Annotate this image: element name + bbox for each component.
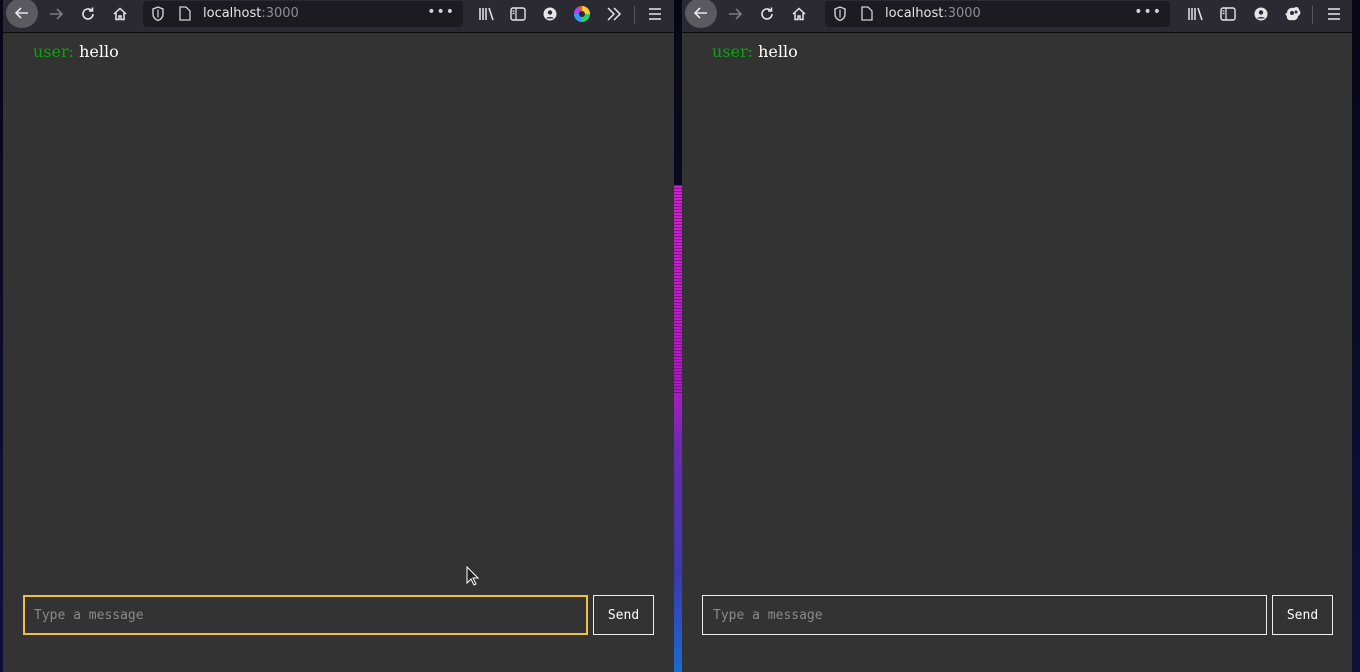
toolbar-separator xyxy=(1312,6,1313,24)
menu-icon xyxy=(649,8,661,20)
overflow-icon xyxy=(607,7,622,21)
mouse-cursor-icon xyxy=(466,566,480,586)
library-icon xyxy=(1188,7,1203,21)
message-input[interactable] xyxy=(702,595,1267,635)
sidebar-icon xyxy=(1220,7,1236,21)
reload-icon xyxy=(761,7,773,20)
browser-toolbar: localhost:3000 ••• xyxy=(3,0,674,33)
shield-icon[interactable] xyxy=(151,6,165,26)
browser-window-right: localhost:3000 ••• user: hello Send xyxy=(682,0,1352,672)
library-icon xyxy=(479,7,494,21)
message-username: user: xyxy=(712,42,754,61)
url-bar[interactable]: localhost:3000 ••• xyxy=(143,1,463,27)
browser-toolbar: localhost:3000 ••• xyxy=(682,0,1352,33)
back-button[interactable] xyxy=(6,0,38,28)
url-text[interactable]: localhost:3000 xyxy=(885,6,981,21)
forward-button[interactable] xyxy=(719,0,751,28)
account-button[interactable] xyxy=(1245,0,1277,28)
page-icon xyxy=(861,6,873,25)
message-list: user: hello xyxy=(712,42,798,61)
menu-button[interactable] xyxy=(1318,0,1350,28)
page-icon xyxy=(179,6,191,25)
message-text: hello xyxy=(79,42,119,61)
wallpaper-strip-lines xyxy=(674,185,682,395)
forward-icon xyxy=(729,8,743,20)
color-extension-button[interactable] xyxy=(566,0,598,28)
forward-icon xyxy=(50,8,64,20)
send-button[interactable]: Send xyxy=(1272,595,1333,635)
message-input[interactable] xyxy=(23,595,588,635)
reload-button[interactable] xyxy=(751,0,783,28)
overflow-button[interactable] xyxy=(598,0,630,28)
extension-icon xyxy=(1285,6,1301,21)
toolbar-separator xyxy=(634,6,635,24)
library-button[interactable] xyxy=(1180,0,1212,28)
reload-icon xyxy=(82,7,94,20)
menu-button[interactable] xyxy=(639,0,671,28)
home-button[interactable] xyxy=(104,0,136,28)
message-username: user: xyxy=(33,42,75,61)
back-icon xyxy=(14,7,28,19)
url-bar[interactable]: localhost:3000 ••• xyxy=(825,1,1170,27)
url-text[interactable]: localhost:3000 xyxy=(203,6,299,21)
message-item: user: hello xyxy=(33,42,119,61)
message-text: hello xyxy=(758,42,798,61)
home-button[interactable] xyxy=(783,0,815,28)
home-icon xyxy=(792,7,806,21)
sidebar-icon xyxy=(510,7,526,21)
message-list: user: hello xyxy=(33,42,119,61)
more-icon[interactable]: ••• xyxy=(1134,4,1162,20)
color-wheel-icon xyxy=(573,6,590,22)
more-icon[interactable]: ••• xyxy=(427,4,455,20)
forward-button[interactable] xyxy=(40,0,72,28)
extension-button[interactable] xyxy=(1277,0,1309,28)
account-icon xyxy=(1254,7,1268,21)
account-icon xyxy=(543,7,557,21)
home-icon xyxy=(113,7,127,21)
sidebar-button[interactable] xyxy=(1212,0,1244,28)
send-button[interactable]: Send xyxy=(593,595,654,635)
library-button[interactable] xyxy=(471,0,503,28)
browser-window-left: localhost:3000 ••• user: hello Type a me… xyxy=(3,0,674,672)
back-icon xyxy=(693,7,707,19)
sidebar-button[interactable] xyxy=(502,0,534,28)
shield-icon[interactable] xyxy=(833,6,847,26)
account-button[interactable] xyxy=(534,0,566,28)
reload-button[interactable] xyxy=(72,0,104,28)
menu-icon xyxy=(1328,8,1340,20)
message-item: user: hello xyxy=(712,42,798,61)
back-button[interactable] xyxy=(685,0,717,28)
